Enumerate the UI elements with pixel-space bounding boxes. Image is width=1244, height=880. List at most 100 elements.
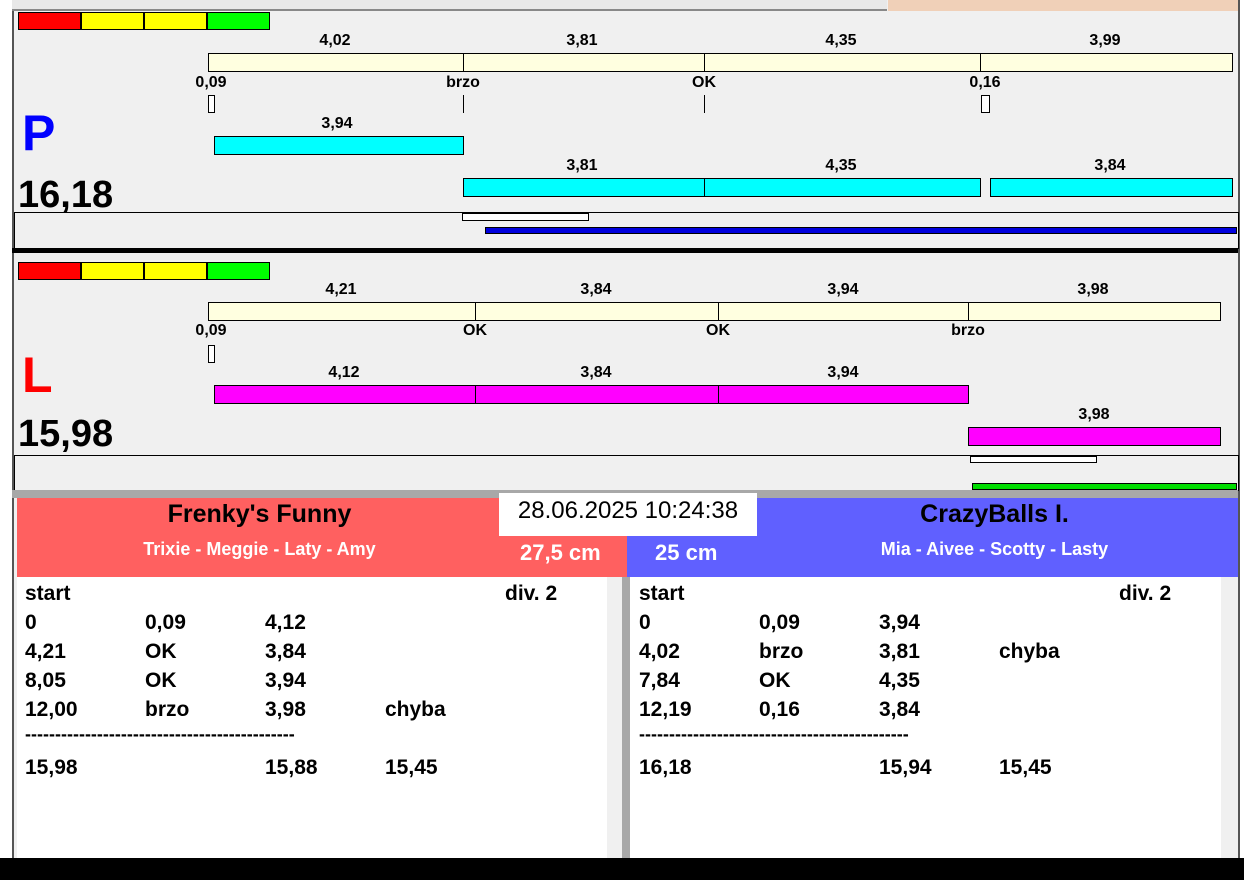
log-cell: ----------------------------------------… (639, 724, 909, 744)
mark-label: brzo (446, 74, 480, 91)
log-cell: 15,45 (999, 756, 1052, 779)
mark-label: brzo (951, 322, 985, 339)
graphic-element (81, 12, 144, 30)
graphic-element (462, 213, 589, 221)
log-cell: 0,09 (759, 611, 800, 634)
window-frame-right (1238, 0, 1244, 858)
mark-label: 0,16 (969, 74, 1001, 91)
team-height: 27,5 cm (520, 540, 601, 565)
log-cell: 0,09 (145, 611, 186, 634)
run-bar (475, 385, 719, 404)
top-split: 3,94 (827, 281, 859, 298)
graphic-element (208, 345, 215, 363)
graphic-element (968, 302, 969, 321)
graphic-element (463, 95, 464, 113)
run-label: 3,94 (827, 364, 859, 381)
progress-bar-l (972, 483, 1237, 490)
log-cell: 0,16 (759, 698, 800, 721)
log-cell: 3,81 (879, 640, 920, 663)
run-bar (463, 178, 705, 197)
team-players: Mia - Aivee - Scotty - Lasty (880, 539, 1109, 559)
mark-label: OK (463, 322, 487, 339)
mark-label: 0,09 (195, 74, 227, 91)
log-cell: brzo (145, 698, 190, 721)
graphic-element (622, 577, 630, 858)
team-players: Trixie - Meggie - Laty - Amy (143, 539, 376, 559)
log-cell: OK (759, 669, 791, 692)
reference-bar (208, 302, 1221, 321)
log-cell: 4,21 (25, 640, 66, 663)
run-bar (704, 178, 981, 197)
log-cell: 16,18 (639, 756, 692, 779)
log-cell: 12,19 (639, 698, 692, 721)
log-cell: 0 (639, 611, 651, 634)
graphic-element (208, 95, 215, 113)
lane-letter-p: P (22, 105, 56, 161)
top-split: 3,99 (1089, 32, 1121, 49)
graphic-element (18, 12, 81, 30)
run-label: 3,84 (1094, 157, 1126, 174)
log-cell: 15,45 (385, 756, 438, 779)
run-label: 3,84 (580, 364, 612, 381)
run-label: 4,12 (328, 364, 360, 381)
graphic-element (704, 53, 705, 72)
reference-bar (208, 53, 1233, 72)
log-cell: 12,00 (25, 698, 78, 721)
log-cell: 3,98 (265, 698, 306, 721)
run-label: 3,81 (566, 157, 598, 174)
log-cell: 4,02 (639, 640, 680, 663)
progress-bar-p (485, 227, 1237, 234)
log-cell: OK (145, 669, 177, 692)
run-bar (990, 178, 1233, 197)
datetime: 28.06.2025 10:24:38 (499, 493, 757, 536)
log-cell: OK (145, 640, 177, 663)
tab-strip[interactable] (12, 0, 887, 11)
run-label: 3,94 (321, 115, 353, 132)
graphic-element (207, 12, 270, 30)
run-label: 4,35 (825, 157, 857, 174)
log-cell: ----------------------------------------… (25, 724, 295, 744)
run-bar (718, 385, 969, 404)
log-cell: 15,98 (25, 756, 78, 779)
log-cell: chyba (999, 640, 1060, 663)
run-bar (214, 385, 476, 404)
top-split: 4,02 (319, 32, 351, 49)
log-cell: 4,35 (879, 669, 920, 692)
team-name: CrazyBalls I. (920, 500, 1069, 528)
log-cell: 0 (25, 611, 37, 634)
log-cell: div. 2 (505, 582, 558, 605)
log-cell: 15,88 (265, 756, 318, 779)
log-cell: 3,84 (879, 698, 920, 721)
lane-letter-l: L (22, 347, 53, 403)
log-cell: div. 2 (1119, 582, 1172, 605)
scrollbar-left[interactable] (607, 577, 622, 858)
graphic-element (207, 262, 270, 280)
log-cell: start (25, 582, 71, 605)
log-cell: chyba (385, 698, 446, 721)
graphic-element (718, 302, 719, 321)
log-cell: 8,05 (25, 669, 66, 692)
graphic-element (144, 12, 207, 30)
top-split: 3,84 (580, 281, 612, 298)
graphic-element (980, 53, 981, 72)
graphic-element (981, 95, 990, 113)
lane-total-l: 15,98 (18, 413, 114, 455)
log-cell: start (639, 582, 685, 605)
window-frame-left (0, 0, 14, 880)
mark-label: 0,09 (195, 322, 227, 339)
run-bar (214, 136, 464, 155)
log-cell: 3,94 (879, 611, 920, 634)
mark-label: OK (692, 74, 716, 91)
run-label: 3,98 (1078, 406, 1110, 423)
top-split: 4,35 (825, 32, 857, 49)
tab-strip-right (888, 0, 1238, 11)
log-cell: 3,94 (265, 669, 306, 692)
graphic-element (475, 302, 476, 321)
log-cell: 7,84 (639, 669, 680, 692)
lane-divider (12, 248, 1238, 253)
lane-total-p: 16,18 (18, 174, 114, 216)
team-name: Frenky's Funny (167, 500, 352, 528)
scrollbar-right[interactable] (1221, 577, 1238, 858)
graphic-element (81, 262, 144, 280)
top-split: 3,81 (566, 32, 598, 49)
